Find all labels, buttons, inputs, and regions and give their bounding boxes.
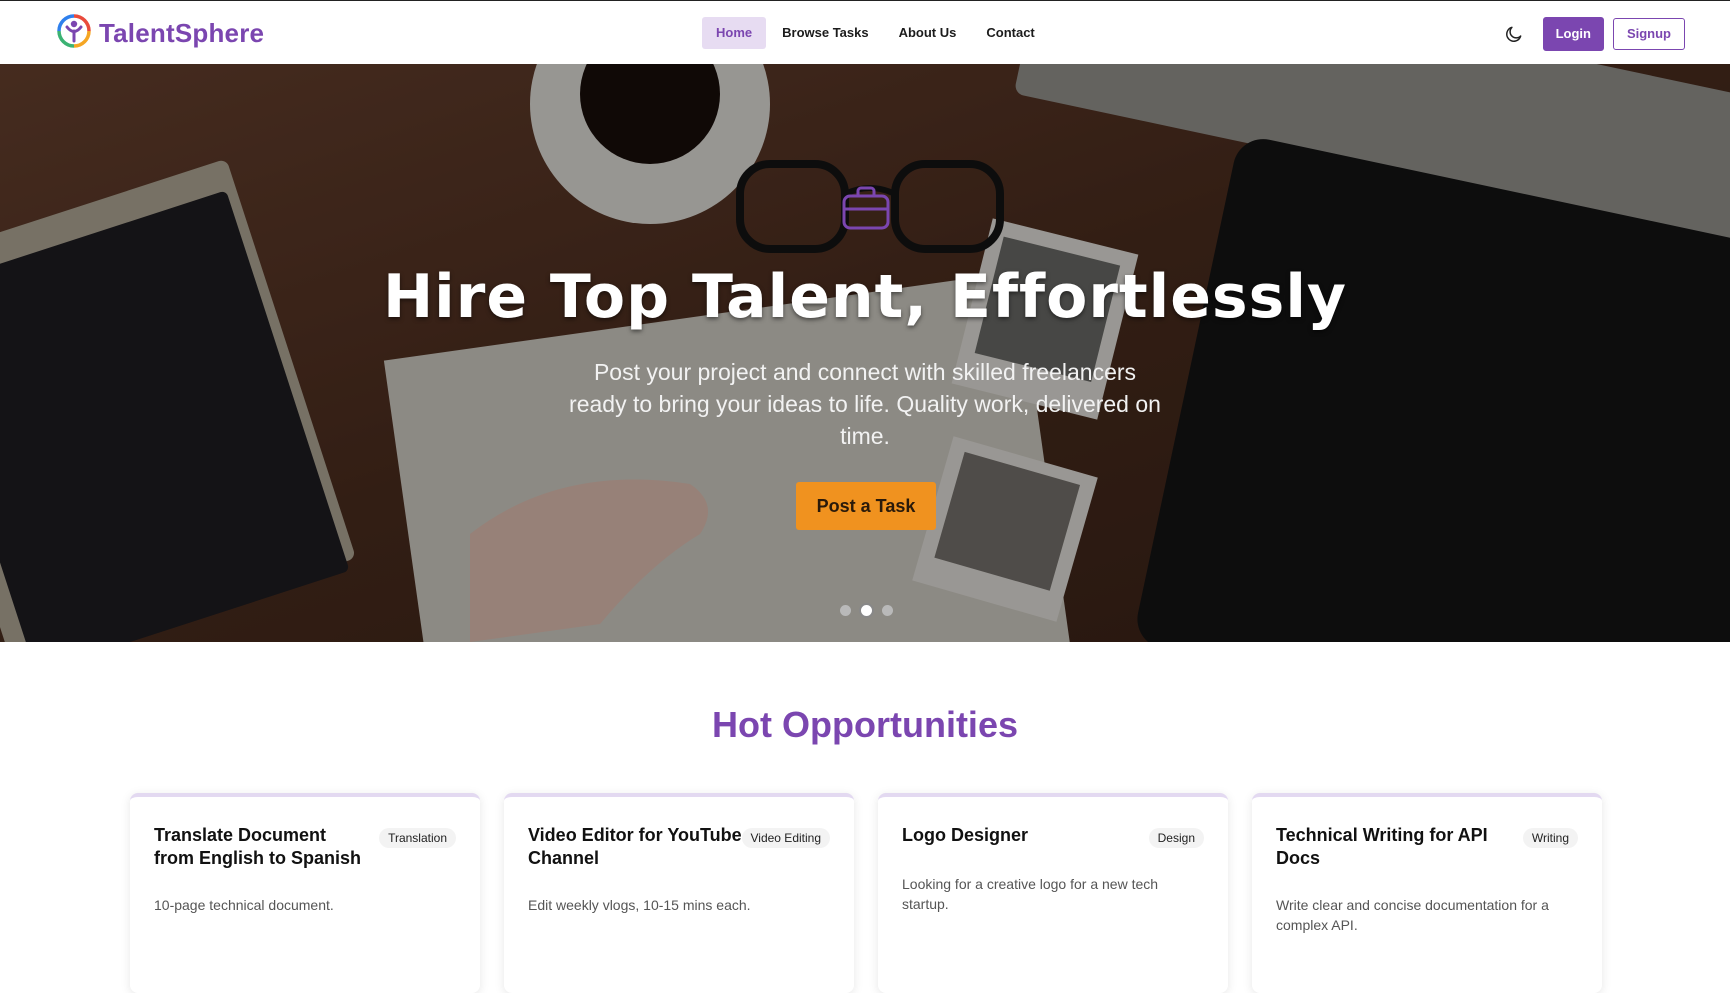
category-badge: Video Editing	[741, 828, 830, 848]
opportunity-card[interactable]: Translate Document from English to Spani…	[130, 793, 480, 993]
login-button[interactable]: Login	[1542, 17, 1604, 51]
post-task-button[interactable]: Post a Task	[796, 482, 936, 530]
carousel-dot-3[interactable]	[882, 605, 893, 616]
category-badge: Writing	[1522, 828, 1578, 848]
carousel-dot-1[interactable]	[840, 605, 851, 616]
category-badge: Design	[1148, 828, 1204, 848]
nav-contact[interactable]: Contact	[972, 17, 1048, 49]
nav-browse-tasks[interactable]: Browse Tasks	[768, 17, 882, 49]
card-title: Logo Designer	[902, 825, 1029, 845]
navbar: TalentSphere Home Browse Tasks About Us …	[0, 1, 1730, 64]
carousel-dot-2[interactable]	[859, 603, 874, 618]
opportunity-card[interactable]: Technical Writing for API Docs Writing W…	[1252, 793, 1602, 993]
card-title: Technical Writing for API Docs	[1276, 825, 1488, 868]
carousel-indicators	[840, 603, 893, 618]
brand[interactable]: TalentSphere	[57, 14, 264, 53]
opportunity-card[interactable]: Logo Designer Design Looking for a creat…	[878, 793, 1228, 993]
section-title: Hot Opportunities	[712, 704, 1018, 745]
card-description: Write clear and concise documentation fo…	[1276, 897, 1549, 933]
card-description: 10-page technical document.	[154, 897, 334, 913]
nav-actions: Login Signup	[1502, 17, 1685, 51]
briefcase-icon	[840, 182, 892, 239]
card-title: Video Editor for YouTube Channel	[528, 825, 742, 868]
opportunity-cards: Translate Document from English to Spani…	[130, 793, 1602, 993]
logo-icon	[57, 14, 91, 53]
signup-button[interactable]: Signup	[1612, 18, 1685, 50]
hero-title: Hire Top Talent, Effortlessly	[382, 262, 1348, 332]
nav-home[interactable]: Home	[702, 17, 767, 49]
hero-carousel: Hire Top Talent, Effortlessly Post your …	[0, 64, 1730, 642]
card-description: Edit weekly vlogs, 10-15 mins each.	[528, 897, 751, 913]
nav-about-us[interactable]: About Us	[885, 17, 971, 49]
nav-links: Home Browse Tasks About Us Contact	[702, 17, 1051, 49]
opportunity-card[interactable]: Video Editor for YouTube Channel Video E…	[504, 793, 854, 993]
card-description: Looking for a creative logo for a new te…	[902, 876, 1159, 912]
hero-subtitle: Post your project and connect with skill…	[569, 359, 1161, 449]
brand-name: TalentSphere	[99, 18, 265, 48]
card-title: Translate Document from English to Spani…	[154, 825, 362, 868]
hero-content: Hire Top Talent, Effortlessly Post your …	[0, 64, 1730, 642]
moon-icon[interactable]	[1502, 22, 1526, 46]
category-badge: Translation	[379, 828, 456, 848]
